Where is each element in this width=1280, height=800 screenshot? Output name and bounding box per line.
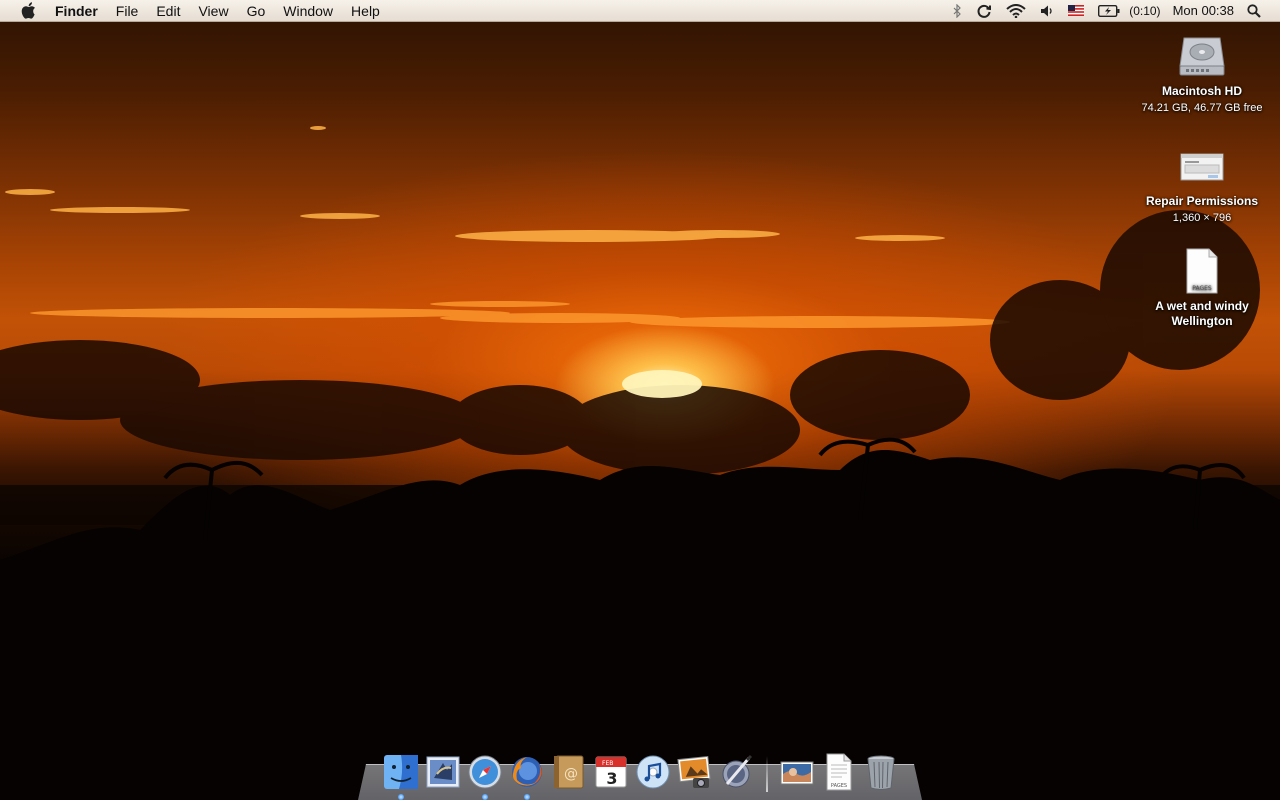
dock-ical[interactable]: FEB 3 <box>592 752 630 792</box>
running-indicator <box>524 794 530 800</box>
dock-pages-document[interactable]: PAGES <box>820 752 858 792</box>
bluetooth-icon[interactable] <box>952 0 962 22</box>
pages-badge: PAGES <box>1192 285 1212 292</box>
itunes-icon <box>636 755 670 789</box>
dock-safari[interactable] <box>466 752 504 800</box>
desktop-wallpaper <box>0 0 1280 800</box>
ical-icon: FEB 3 <box>595 756 627 788</box>
desktop-icon-label: A wet and windy Wellington <box>1155 299 1249 328</box>
dock-picture-stack[interactable] <box>778 752 816 792</box>
running-indicator <box>398 794 404 800</box>
desktop-icon-info: 74.21 GB, 46.77 GB free <box>1141 102 1263 114</box>
ical-day: 3 <box>606 769 617 788</box>
dock-finder[interactable] <box>382 752 420 800</box>
dock-trash[interactable] <box>862 752 900 792</box>
dock-itunes[interactable] <box>634 752 672 792</box>
pages-badge: PAGES <box>831 783 847 789</box>
us-flag-input-menu-icon[interactable] <box>1068 0 1085 22</box>
apple-menu[interactable] <box>18 0 38 22</box>
dock-firefox[interactable] <box>508 752 546 800</box>
spotlight-search-icon[interactable] <box>1247 0 1261 22</box>
menu-clock[interactable]: Mon 00:38 <box>1173 0 1234 22</box>
sunset-scenery <box>0 126 1280 800</box>
svg-text:@: @ <box>564 766 578 782</box>
dock-script-editor[interactable] <box>718 752 756 792</box>
iphoto-icon <box>677 755 711 788</box>
script-editor-icon <box>722 754 753 788</box>
menu-file[interactable]: File <box>107 0 148 22</box>
wifi-icon[interactable] <box>1006 0 1026 22</box>
dock-address-book[interactable]: @ <box>550 752 588 792</box>
menu-edit[interactable]: Edit <box>147 0 189 22</box>
menu-bar: Finder File Edit View Go Window Help (0:… <box>0 0 1280 22</box>
desktop-icon-macintosh-hd[interactable]: Macintosh HD 74.21 GB, 46.77 GB free <box>1132 30 1272 115</box>
apple-icon <box>21 2 35 19</box>
running-indicator <box>482 794 488 800</box>
desktop-icon-info: 1,360 × 796 <box>1172 212 1232 224</box>
pages-document-icon: PAGES <box>826 753 852 791</box>
time-machine-sync-icon[interactable] <box>976 0 992 22</box>
address-book-icon: @ <box>554 755 584 789</box>
menu-view[interactable]: View <box>189 0 237 22</box>
finder-icon <box>384 755 418 789</box>
dock-mail[interactable] <box>424 752 462 792</box>
dock-iphoto[interactable] <box>676 752 714 792</box>
desktop-icon-repair-permissions[interactable]: Repair Permissions 1,360 × 796 <box>1132 140 1272 225</box>
trash-icon <box>867 755 895 790</box>
battery-time-remaining[interactable]: (0:10) <box>1129 0 1160 22</box>
picture-icon <box>780 761 814 785</box>
battery-charging-icon[interactable] <box>1098 0 1120 22</box>
status-menus: (0:10) Mon 00:38 <box>945 0 1280 22</box>
menu-window[interactable]: Window <box>274 0 342 22</box>
desktop-icon-label: Macintosh HD <box>1161 84 1242 98</box>
ical-month: FEB <box>602 760 613 767</box>
hard-drive-icon <box>1179 37 1225 76</box>
desktop-icon-pages-document[interactable]: PAGES A wet and windy Wellington <box>1132 245 1272 329</box>
firefox-icon <box>512 757 542 787</box>
screenshot-icon <box>1180 153 1224 181</box>
menu-go[interactable]: Go <box>238 0 275 22</box>
dock: @ FEB 3 PAGES <box>380 744 902 800</box>
mail-icon <box>426 756 460 788</box>
safari-icon <box>468 755 502 789</box>
menu-help[interactable]: Help <box>342 0 389 22</box>
menu-finder[interactable]: Finder <box>46 0 107 22</box>
desktop-icon-label: Repair Permissions <box>1145 194 1259 208</box>
volume-icon[interactable] <box>1040 0 1054 22</box>
dock-separator <box>766 756 768 792</box>
pages-document-icon: PAGES <box>1186 248 1218 294</box>
